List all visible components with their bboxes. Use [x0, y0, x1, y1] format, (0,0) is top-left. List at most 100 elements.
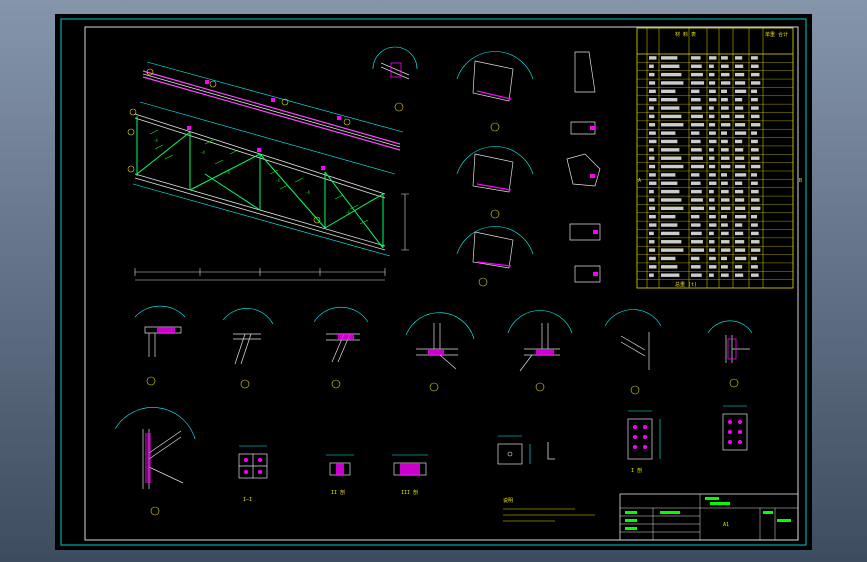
table-title: 材 料 表: [675, 31, 696, 38]
section-label-4: I 剖: [631, 467, 642, 474]
table-cell: [661, 206, 684, 211]
table-cell: [691, 248, 705, 252]
table-cell: [691, 173, 700, 177]
table-cell: [709, 139, 717, 144]
table-cell: [751, 97, 758, 102]
table-cell: [735, 106, 744, 110]
table-cell: [735, 198, 745, 202]
table-cell: [735, 265, 743, 269]
table-cell: [721, 248, 731, 252]
table-last-row: 总重 (t): [675, 281, 697, 288]
table-cell: [721, 123, 731, 127]
table-cell: [649, 72, 655, 77]
table-cell: [691, 214, 700, 219]
table-cell: [661, 81, 684, 85]
table-cell: [721, 156, 730, 160]
table-cell: [691, 240, 703, 244]
cad-drawing-canvas[interactable]: -4-4-4 -4-4-4 材 料 表 单重 合计 总重 (t) A B I—I…: [55, 14, 812, 550]
table-cell: [721, 164, 731, 169]
table-cell: [661, 164, 684, 169]
table-cell: [709, 81, 716, 85]
table-cell: [649, 148, 654, 152]
table-cell: [649, 256, 656, 261]
table-cell: [649, 240, 655, 244]
table-cell: [649, 214, 656, 219]
table-cell: [691, 164, 705, 169]
table-cell: [691, 156, 703, 160]
table-cell: [721, 72, 730, 77]
table-cell: [649, 231, 654, 236]
table-cell: [691, 206, 705, 211]
table-cell: [691, 139, 701, 144]
table-cell: [649, 206, 656, 211]
table-cell: [691, 81, 705, 85]
table-cell: [709, 231, 714, 236]
table-cell: [751, 72, 760, 77]
svg-text:-4: -4: [345, 210, 350, 215]
table-cell: [709, 156, 715, 160]
table-cell: [751, 248, 761, 252]
table-cell: [709, 89, 716, 94]
table-cell: [709, 114, 715, 119]
table-cell: [661, 56, 678, 60]
table-cell: [649, 198, 655, 202]
notes-title: 说明: [503, 497, 513, 504]
table-cell: [721, 265, 728, 269]
table-cell: [735, 64, 744, 68]
table-cell: [735, 131, 747, 135]
table-cell: [721, 173, 727, 177]
truss-elevation: -4 -4 -4 -4 -4 -4: [127, 61, 409, 281]
table-cell: [691, 231, 702, 236]
table-cell: [709, 181, 717, 185]
table-cell: [661, 240, 682, 244]
table-cell: [721, 206, 731, 211]
table-cell: [649, 139, 657, 144]
table-cell: [751, 173, 757, 177]
table-cell: [751, 64, 759, 68]
table-cell: [735, 114, 745, 119]
svg-text:-4: -4: [200, 150, 205, 155]
table-cell: [735, 248, 746, 252]
table-cell: [735, 223, 743, 227]
table-cell: [709, 198, 715, 202]
table-cell: [709, 240, 715, 244]
table-cell: [721, 56, 728, 60]
section-label-3: III 剖: [401, 489, 418, 496]
cad-drawing-viewport[interactable]: -4 -4 -4 -4 -4 -4 材 料 表 单重 合计 总重 (t) A B…: [55, 14, 812, 550]
table-cell: [691, 72, 703, 77]
table-cell: [661, 214, 676, 219]
table-cell: [691, 265, 701, 269]
section-label-1: I—I: [243, 497, 252, 503]
table-cell: [735, 164, 746, 169]
table-cell: [735, 72, 745, 77]
table-cell: [649, 123, 656, 127]
table-cell: [649, 164, 656, 169]
table-cell: [649, 131, 656, 135]
table-cell: [661, 181, 678, 185]
table-cell: [751, 164, 761, 169]
table-cell: [709, 164, 716, 169]
table-cell: [735, 214, 747, 219]
table-cell: [661, 156, 682, 160]
table-cell: [661, 106, 680, 110]
table-cell: [649, 273, 654, 277]
table-cell: [691, 131, 700, 135]
table-cell: [709, 72, 715, 77]
table-cell: [709, 148, 714, 152]
table-cell: [721, 139, 728, 144]
table-note: 单重 合计: [765, 31, 788, 38]
table-cell: [709, 56, 717, 60]
table-cell: [649, 156, 655, 160]
table-cell: [735, 156, 745, 160]
table-cell: [735, 89, 747, 94]
table-cell: [661, 173, 676, 177]
table-cell: [735, 139, 743, 144]
table-cell: [661, 97, 678, 102]
table-cell: [661, 265, 678, 269]
table-cell: [709, 189, 714, 194]
table-cell: [709, 173, 716, 177]
table-cell: [649, 89, 656, 94]
svg-text:-4: -4: [275, 178, 280, 183]
table-cell: [735, 123, 746, 127]
table-cell: [751, 106, 759, 110]
